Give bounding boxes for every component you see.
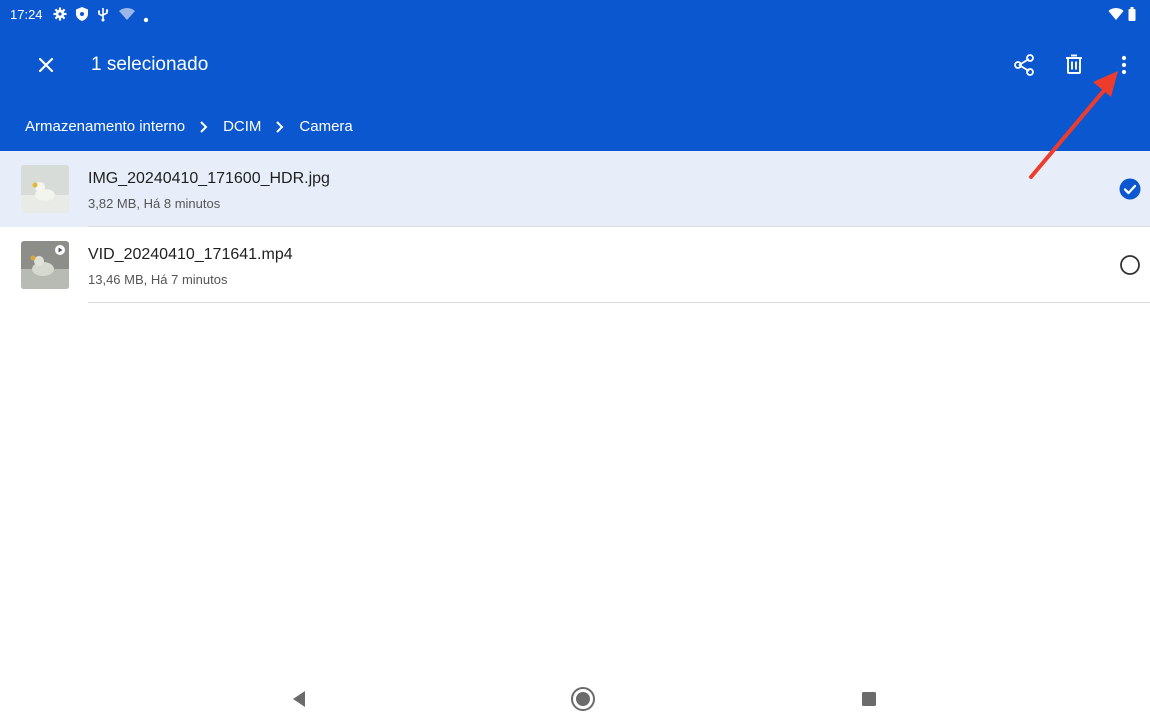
selection-checkbox[interactable] (1119, 178, 1141, 200)
share-icon (1014, 54, 1034, 76)
selection-checkbox[interactable] (1119, 254, 1141, 276)
home-button[interactable] (570, 686, 596, 712)
status-time: 17:24 (10, 7, 43, 22)
back-button[interactable] (285, 686, 311, 712)
navigation-bar (0, 678, 1150, 720)
breadcrumb-item-camera[interactable]: Camera (299, 118, 352, 135)
file-name: VID_20240410_171641.mp4 (88, 246, 293, 263)
selection-count-title: 1 selecionado (91, 54, 209, 75)
unchecked-circle-icon (1120, 255, 1140, 275)
more-options-button[interactable] (1108, 49, 1140, 81)
top-app-area: 17:24 1 selecionado Armazenamento intern… (0, 0, 1150, 151)
battery-icon (1128, 7, 1136, 25)
status-bar: 17:24 (0, 0, 1150, 28)
shield-icon (74, 6, 90, 27)
file-name: IMG_20240410_171600_HDR.jpg (88, 170, 330, 187)
recents-button[interactable] (856, 686, 882, 712)
breadcrumb-item-internal-storage[interactable]: Armazenamento interno (25, 118, 185, 135)
file-list: IMG_20240410_171600_HDR.jpg 3,82 MB, Há … (0, 151, 1150, 303)
chevron-right-icon (199, 120, 209, 134)
home-icon (571, 687, 595, 711)
close-icon (38, 57, 54, 73)
usb-icon (96, 6, 110, 27)
close-selection-button[interactable] (30, 49, 62, 81)
chevron-right-icon (275, 120, 285, 134)
back-icon (293, 691, 305, 707)
breadcrumb: Armazenamento interno DCIM Camera (25, 118, 353, 135)
app-bar: 1 selecionado (0, 32, 1150, 98)
recents-icon (862, 692, 876, 706)
breadcrumb-item-dcim[interactable]: DCIM (223, 118, 261, 135)
delete-icon (1066, 54, 1082, 74)
share-button[interactable] (1008, 49, 1040, 81)
more-vert-icon (1121, 55, 1127, 75)
delete-button[interactable] (1058, 49, 1090, 81)
file-row-image[interactable]: IMG_20240410_171600_HDR.jpg 3,82 MB, Há … (0, 151, 1150, 227)
dot-icon (143, 10, 149, 28)
file-meta: 3,82 MB, Há 8 minutos (88, 196, 221, 211)
check-circle-icon (1119, 178, 1141, 200)
image-thumbnail (21, 165, 69, 213)
file-meta: 13,46 MB, Há 7 minutos (88, 272, 228, 287)
file-row-video[interactable]: VID_20240410_171641.mp4 13,46 MB, Há 7 m… (0, 227, 1150, 303)
row-divider (88, 302, 1150, 303)
settings-icon (52, 6, 68, 27)
video-thumbnail (21, 241, 69, 289)
wifi-icon (118, 6, 136, 27)
wifi-icon (1108, 8, 1124, 25)
status-right-icons (1108, 7, 1136, 26)
